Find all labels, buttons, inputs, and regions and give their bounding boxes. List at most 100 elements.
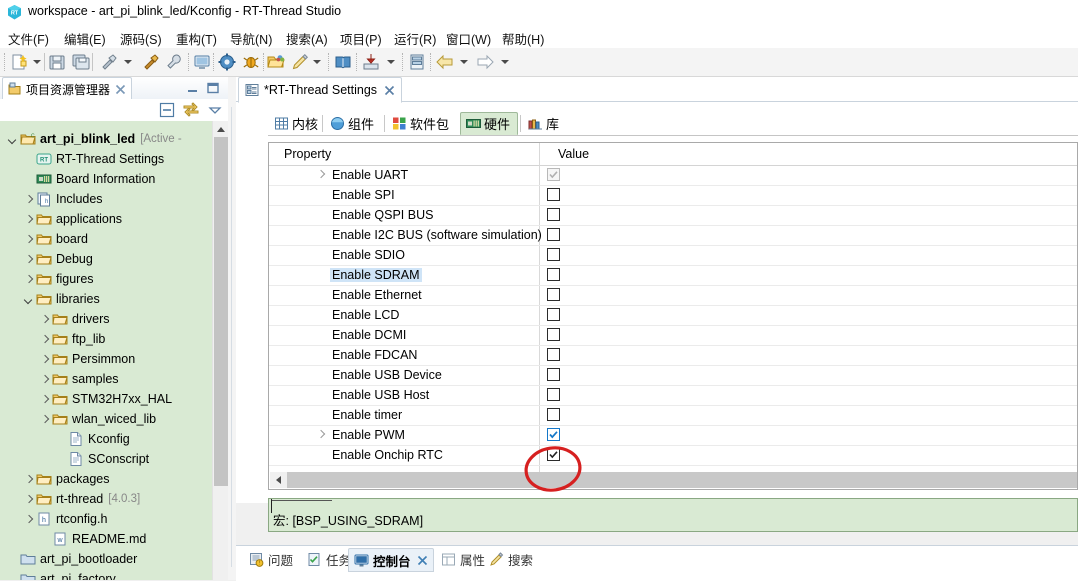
link-editor-icon[interactable]: [182, 101, 200, 119]
tree-item-samples[interactable]: samples: [38, 369, 119, 389]
checkbox-enable-dcmi[interactable]: [547, 328, 560, 341]
terminal-button[interactable]: [191, 51, 213, 73]
panel-divider[interactable]: [228, 77, 236, 580]
open-folder-button[interactable]: [265, 51, 287, 73]
checkbox-enable-fdcan[interactable]: [547, 348, 560, 361]
chevron-right-icon[interactable]: [22, 273, 35, 286]
chevron-right-icon[interactable]: [22, 513, 35, 526]
chevron-right-icon[interactable]: [38, 313, 51, 326]
tree-item-sconscript[interactable]: SConscript: [54, 449, 149, 469]
new-file-button[interactable]: [8, 51, 30, 73]
table-row[interactable]: Enable UART: [269, 165, 1077, 186]
build-dropdown[interactable]: [123, 57, 132, 66]
tree-item-ftp-lib[interactable]: ftp_lib: [38, 329, 105, 349]
menu-project[interactable]: 项目(P): [338, 29, 384, 48]
menu-source[interactable]: 源码(S): [118, 29, 164, 48]
view-menu-chevron-down-icon[interactable]: [206, 101, 224, 119]
chevron-right-icon[interactable]: [317, 171, 325, 179]
column-header-value[interactable]: Value: [558, 147, 589, 161]
tree-item-packages[interactable]: packages: [22, 469, 110, 489]
tree-item-rtconfig-h[interactable]: h rtconfig.h: [22, 509, 107, 529]
subtab-kernel[interactable]: 内核: [268, 112, 322, 135]
column-header-property[interactable]: Property: [284, 147, 331, 161]
download-button[interactable]: [360, 51, 382, 73]
tree-item-board-information[interactable]: Board Information: [22, 169, 155, 189]
menu-help[interactable]: 帮助(H): [500, 29, 546, 48]
download-dropdown[interactable]: [386, 57, 395, 66]
tab-search[interactable]: 搜索: [484, 548, 538, 570]
chevron-right-icon[interactable]: [38, 333, 51, 346]
chevron-right-icon[interactable]: [38, 413, 51, 426]
table-row[interactable]: Enable Ethernet: [269, 285, 1077, 306]
table-row[interactable]: Enable USB Device: [269, 365, 1077, 386]
checkbox-enable-pwm[interactable]: [547, 428, 560, 441]
table-row[interactable]: Enable SPI: [269, 185, 1077, 206]
checkbox-enable-lcd[interactable]: [547, 308, 560, 321]
tab-problems[interactable]: ! 问题: [244, 548, 298, 570]
table-row[interactable]: Enable Onchip RTC: [269, 445, 1077, 466]
tab-console[interactable]: 控制台: [348, 548, 434, 572]
tree-item-rt-thread[interactable]: rt-thread [4.0.3]: [22, 489, 140, 509]
menu-navigate[interactable]: 导航(N): [228, 29, 274, 48]
menu-run[interactable]: 运行(R): [392, 29, 438, 48]
drawer-button[interactable]: [406, 51, 428, 73]
chevron-right-icon[interactable]: [22, 193, 35, 206]
checkbox-enable-spi[interactable]: [547, 188, 560, 201]
close-icon[interactable]: [384, 85, 395, 96]
chevron-right-icon[interactable]: [317, 431, 325, 439]
menu-window[interactable]: 窗口(W): [444, 29, 493, 48]
menu-search[interactable]: 搜索(A): [284, 29, 330, 48]
clean-button[interactable]: [140, 51, 162, 73]
table-horizontal-scrollbar[interactable]: [270, 472, 1077, 488]
hardware-property-table[interactable]: Property Value Enable UART Enable SPI En…: [268, 142, 1078, 490]
checkbox-enable-ethernet[interactable]: [547, 288, 560, 301]
wrench-button[interactable]: [163, 51, 185, 73]
table-row[interactable]: Enable SDRAM: [269, 265, 1077, 286]
chevron-right-icon[interactable]: [22, 233, 35, 246]
table-row[interactable]: Enable timer: [269, 405, 1077, 426]
checkbox-enable-usb-device[interactable]: [547, 368, 560, 381]
menu-refactor[interactable]: 重构(T): [174, 29, 219, 48]
table-row[interactable]: Enable PWM: [269, 425, 1077, 446]
project-tree[interactable]: C art_pi_blink_led [Active - RT RT-Threa…: [0, 121, 212, 580]
checkbox-enable-sdram[interactable]: [547, 268, 560, 281]
chevron-down-icon[interactable]: [22, 293, 35, 306]
tree-item-figures[interactable]: figures: [22, 269, 94, 289]
tree-item-wlan-wiced-lib[interactable]: wlan_wiced_lib: [38, 409, 156, 429]
new-file-dropdown[interactable]: [32, 57, 41, 66]
subtab-library[interactable]: 库: [522, 112, 570, 135]
chevron-right-icon[interactable]: [22, 253, 35, 266]
close-icon[interactable]: [417, 555, 428, 566]
tree-item-applications[interactable]: applications: [22, 209, 122, 229]
chevron-right-icon[interactable]: [38, 373, 51, 386]
table-row[interactable]: Enable I2C BUS (software simulation): [269, 225, 1077, 246]
chevron-right-icon[interactable]: [38, 393, 51, 406]
tab-rt-thread-settings[interactable]: *RT-Thread Settings: [238, 77, 403, 103]
project-explorer-vertical-scrollbar[interactable]: [212, 121, 229, 580]
pencil-dropdown[interactable]: [312, 57, 321, 66]
table-row[interactable]: Enable QSPI BUS: [269, 205, 1077, 226]
scroll-up-arrow-icon[interactable]: [213, 121, 229, 137]
table-row[interactable]: Enable DCMI: [269, 325, 1077, 346]
tree-item-stm32h7xx-hal[interactable]: STM32H7xx_HAL: [38, 389, 172, 409]
tree-item-art-pi-bootloader[interactable]: art_pi_bootloader: [6, 549, 137, 569]
chevron-right-icon[interactable]: [22, 213, 35, 226]
tree-item-includes[interactable]: h Includes: [22, 189, 103, 209]
checkbox-enable-qspi-bus[interactable]: [547, 208, 560, 221]
scroll-left-arrow-icon[interactable]: [270, 472, 287, 488]
chevron-down-icon[interactable]: [6, 133, 19, 146]
subtab-packages[interactable]: 软件包: [386, 112, 458, 135]
menu-file[interactable]: 文件(F): [6, 29, 51, 48]
minimize-icon[interactable]: [186, 81, 200, 95]
tree-item-kconfig[interactable]: Kconfig: [54, 429, 130, 449]
forward-dropdown[interactable]: [500, 57, 509, 66]
scrollbar-thumb[interactable]: [214, 137, 228, 486]
subtab-hardware[interactable]: 硬件: [460, 112, 518, 135]
checkbox-enable-uart[interactable]: [547, 168, 560, 181]
checkbox-enable-onchip-rtc[interactable]: [547, 448, 560, 461]
back-button[interactable]: [434, 51, 456, 73]
table-row[interactable]: Enable SDIO: [269, 245, 1077, 266]
checkbox-enable-sdio[interactable]: [547, 248, 560, 261]
tree-item-rt-thread-settings[interactable]: RT RT-Thread Settings: [22, 149, 164, 169]
maximize-icon[interactable]: [206, 81, 220, 95]
